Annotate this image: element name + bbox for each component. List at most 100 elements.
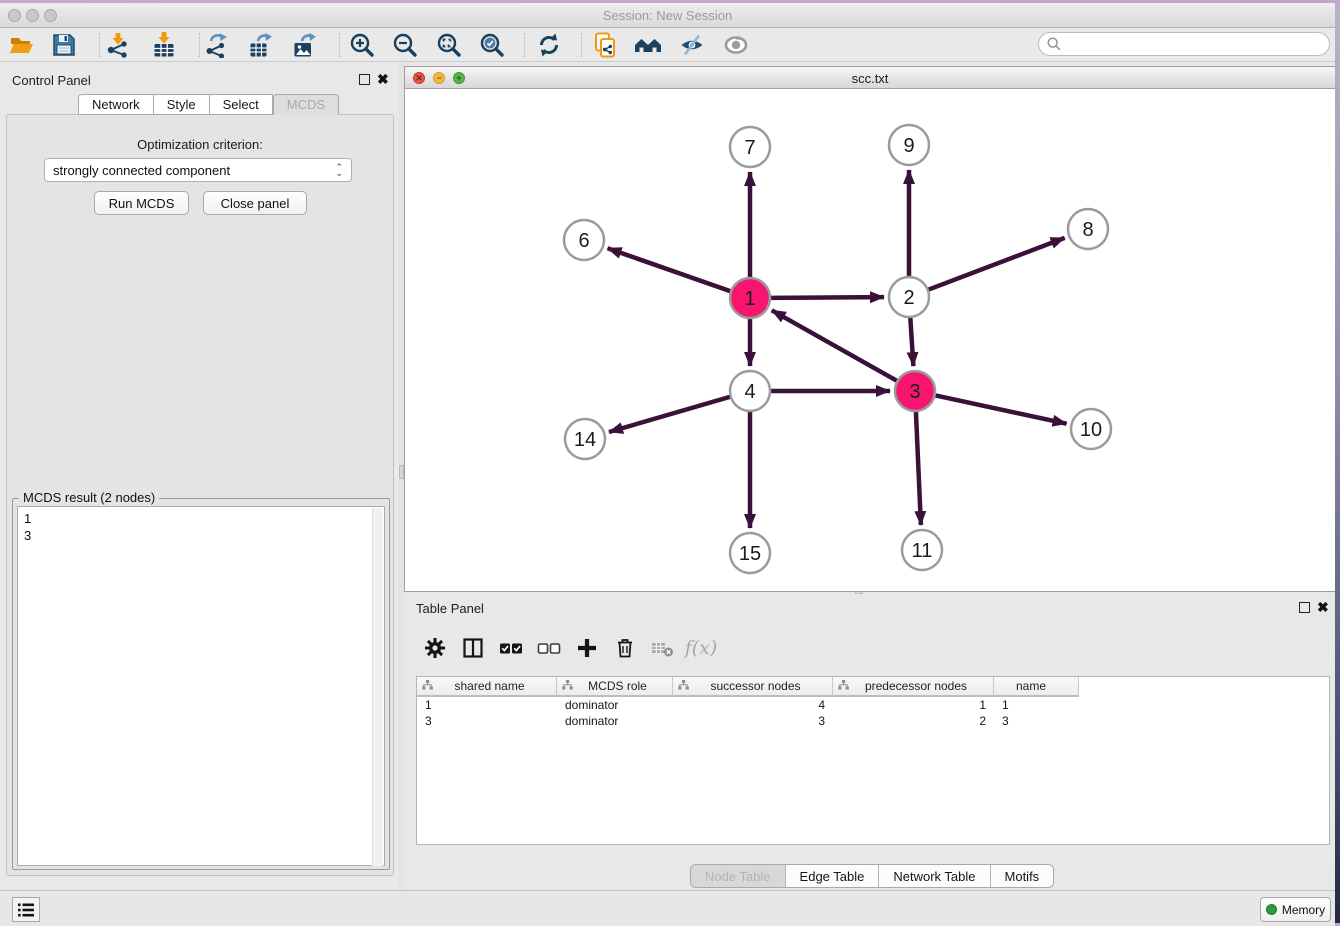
show-all-button[interactable] [718, 31, 754, 59]
graph-node-label-1: 1 [744, 288, 755, 310]
column-view-button[interactable] [454, 637, 492, 659]
close-panel-button[interactable]: Close panel [203, 191, 307, 215]
control-panel-close-button[interactable]: ✖ [377, 73, 389, 85]
main-titlebar: Session: New Session [0, 3, 1335, 28]
zoom-selected-button[interactable] [474, 31, 510, 59]
graph-node-label-14: 14 [574, 429, 596, 451]
graph-edge-1-2[interactable] [771, 297, 884, 298]
import-table-button[interactable] [146, 31, 182, 59]
export-network-button[interactable] [199, 31, 235, 59]
export-network-icon [204, 32, 230, 58]
graph-node-label-8: 8 [1082, 219, 1093, 241]
column-header-shared-name[interactable]: shared name [417, 677, 557, 697]
tab-node-table[interactable]: Node Table [691, 865, 786, 887]
export-image-button[interactable] [287, 31, 323, 59]
graph-node-label-4: 4 [744, 381, 755, 403]
memory-button[interactable]: Memory [1260, 897, 1331, 922]
column-header-label: successor nodes [689, 679, 832, 693]
column-type-icon [833, 679, 849, 693]
graph-edge-3-11[interactable] [916, 412, 921, 525]
zoom-in-button[interactable] [344, 31, 380, 59]
graph-node-label-15: 15 [739, 543, 761, 565]
export-table-icon [248, 32, 274, 58]
run-mcds-button[interactable]: Run MCDS [94, 191, 189, 215]
criterion-select[interactable]: strongly connected component ⌃⌄ [44, 158, 352, 182]
column-header-name[interactable]: name [994, 677, 1079, 697]
graph-node-label-2: 2 [903, 287, 914, 309]
column-type-icon [557, 679, 573, 693]
settings-gear-button[interactable] [416, 637, 454, 659]
memory-button-label: Memory [1282, 903, 1325, 917]
tab-style[interactable]: Style [154, 94, 210, 115]
open-session-button[interactable] [4, 31, 40, 59]
table-row[interactable]: 1dominator411 [417, 697, 1079, 713]
delete-column-button[interactable] [606, 637, 644, 659]
clone-network-button[interactable] [587, 31, 623, 59]
table-panel-float-button[interactable] [1299, 602, 1310, 613]
mcds-result-box[interactable]: 1 3 [17, 506, 385, 866]
column-view-icon [462, 637, 484, 659]
delete-table-button [644, 637, 682, 659]
optimization-criterion-label: Optimization criterion: [6, 137, 394, 152]
control-panel-tabs: NetworkStyleSelectMCDS [78, 94, 339, 115]
tab-edge-table[interactable]: Edge Table [786, 865, 880, 887]
tab-select[interactable]: Select [210, 94, 273, 115]
memory-status-icon [1266, 904, 1277, 915]
import-network-button[interactable] [100, 31, 136, 59]
table-row[interactable]: 3dominator323 [417, 713, 1079, 729]
graph-edge-4-14[interactable] [609, 397, 730, 432]
column-header-MCDS-role[interactable]: MCDS role [557, 677, 673, 697]
task-history-button[interactable] [12, 897, 40, 922]
deselect-all-button[interactable] [530, 637, 568, 659]
zoom-selected-icon [479, 32, 505, 58]
result-scrollbar[interactable] [372, 508, 383, 866]
import-network-icon [105, 32, 131, 58]
refresh-button[interactable] [531, 31, 567, 59]
select-all-button[interactable] [492, 637, 530, 659]
toolbar-separator [581, 33, 582, 57]
graph-node-label-7: 7 [744, 137, 755, 159]
graph-node-label-10: 10 [1080, 419, 1102, 441]
column-header-successor-nodes[interactable]: successor nodes [673, 677, 833, 697]
application-window: Session: New Session [0, 3, 1335, 926]
mcds-result-text: 1 3 [24, 510, 31, 544]
save-session-button[interactable] [46, 31, 82, 59]
network-window-titlebar[interactable]: ✕ − + scc.txt [405, 67, 1335, 89]
graph-edge-3-10[interactable] [936, 395, 1067, 423]
table-panel-close-button[interactable]: ✖ [1317, 601, 1329, 613]
column-header-label: predecessor nodes [849, 679, 993, 693]
zoom-fit-icon [436, 32, 462, 58]
table-cell: dominator [557, 697, 673, 713]
graph-node-label-3: 3 [909, 381, 920, 403]
graph-edge-2-3[interactable] [910, 318, 913, 366]
tab-mcds[interactable]: MCDS [273, 94, 339, 115]
graph-edge-2-8[interactable] [929, 238, 1065, 290]
tab-motifs[interactable]: Motifs [991, 865, 1054, 887]
column-type-icon [417, 679, 433, 693]
column-header-predecessor-nodes[interactable]: predecessor nodes [833, 677, 994, 697]
graph-edge-1-6[interactable] [608, 248, 731, 291]
select-stepper-icon: ⌃⌄ [335, 164, 343, 176]
node-table[interactable]: shared nameMCDS role successor nodes prede… [416, 676, 1330, 845]
table-cell: dominator [557, 713, 673, 729]
add-column-icon [576, 637, 598, 659]
zoom-out-button[interactable] [387, 31, 423, 59]
search-box[interactable] [1038, 32, 1330, 56]
export-table-button[interactable] [243, 31, 279, 59]
control-panel-float-button[interactable] [359, 74, 370, 85]
network-canvas[interactable]: 7968124314101511 [405, 89, 1335, 592]
graph-edge-3-1[interactable] [772, 310, 897, 380]
first-neighbors-button[interactable] [630, 31, 666, 59]
control-panel-title: Control Panel [12, 73, 91, 88]
search-input[interactable] [1062, 35, 1329, 53]
network-view-window: ✕ − + scc.txt 7968124314101511 [404, 66, 1336, 592]
zoom-fit-button[interactable] [431, 31, 467, 59]
hide-selected-button[interactable] [674, 31, 710, 59]
toolbar-separator [524, 33, 525, 57]
tab-network[interactable]: Network [78, 94, 154, 115]
add-column-button[interactable] [568, 637, 606, 659]
table-panel-tabs: Node TableEdge TableNetwork TableMotifs [690, 864, 1054, 888]
tab-network-table[interactable]: Network Table [879, 865, 990, 887]
table-header-row: shared nameMCDS role successor nodes prede… [417, 677, 1079, 697]
table-cell: 1 [417, 697, 557, 713]
